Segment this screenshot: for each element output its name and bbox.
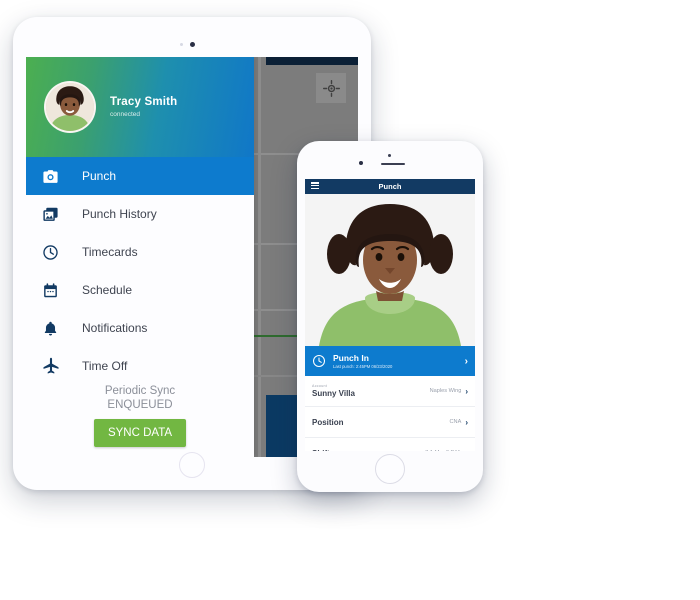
sidebar-item-punch-history[interactable]: Punch History bbox=[26, 195, 254, 233]
tablet-camera-dot bbox=[190, 42, 195, 47]
phone-screen: Punch Punch In Last punch: 2:45PM 06/23/… bbox=[305, 179, 475, 451]
avatar bbox=[44, 81, 96, 133]
row-title: Sunny Villa bbox=[312, 389, 355, 398]
phone-sensor-dot bbox=[388, 154, 391, 157]
row-texts: Account Sunny Villa bbox=[312, 384, 430, 398]
phone-home-button[interactable] bbox=[375, 454, 405, 484]
row-caption: Account bbox=[312, 384, 328, 388]
phone-device: Punch Punch In Last punch: 2:45PM 06/23/… bbox=[297, 141, 483, 492]
sidebar-item-label: Punch bbox=[82, 169, 117, 183]
hamburger-menu-icon[interactable] bbox=[311, 182, 319, 190]
tablet-sensor-dot bbox=[180, 43, 183, 46]
sidebar-item-label: Timecards bbox=[82, 245, 138, 259]
employee-selfie-photo bbox=[305, 194, 475, 346]
list-item[interactable]: Position CNA › bbox=[305, 407, 475, 438]
row-value: 7 A.M. - 3 P.M. bbox=[425, 450, 461, 451]
airplane-icon bbox=[42, 357, 70, 375]
map-top-bar bbox=[266, 57, 358, 65]
clock-icon bbox=[312, 354, 326, 368]
user-name: Tracy Smith bbox=[110, 96, 178, 108]
punch-card-title: Punch In bbox=[333, 352, 369, 363]
punch-in-card[interactable]: Punch In Last punch: 2:45PM 06/23/2020 › bbox=[305, 346, 475, 376]
sync-status: ENQUEUED bbox=[107, 399, 173, 411]
app-bar: Punch bbox=[305, 179, 475, 194]
sidebar-item-label: Punch History bbox=[82, 207, 157, 221]
phone-camera-dot bbox=[359, 161, 363, 165]
sync-data-button[interactable]: SYNC DATA bbox=[93, 419, 187, 447]
sidebar-item-label: Schedule bbox=[82, 283, 133, 297]
chevron-right-icon: › bbox=[465, 386, 468, 396]
employee-photo bbox=[305, 194, 475, 346]
sync-title: Periodic Sync bbox=[104, 385, 176, 397]
row-texts: Shift bbox=[312, 448, 425, 451]
sidebar-item-timecards[interactable]: Timecards bbox=[26, 233, 254, 271]
row-value: CNA bbox=[449, 419, 462, 425]
sidebar-item-notifications[interactable]: Notifications bbox=[26, 309, 254, 347]
sidebar-item-punch[interactable]: Punch bbox=[26, 157, 254, 195]
clock-icon bbox=[42, 244, 70, 261]
row-texts: Position bbox=[312, 417, 450, 427]
calendar-icon bbox=[42, 282, 70, 299]
chevron-right-icon: › bbox=[465, 449, 468, 452]
photo-library-icon bbox=[42, 206, 70, 223]
list-item[interactable]: Account Sunny Villa Naples Wing › bbox=[305, 376, 475, 407]
chevron-right-icon: › bbox=[465, 417, 468, 427]
drawer-user-text: Tracy Smith connected bbox=[110, 96, 177, 118]
my-location-icon bbox=[322, 79, 340, 97]
list-item[interactable]: Shift 7 A.M. - 3 P.M. › bbox=[305, 438, 475, 452]
sync-section: Periodic Sync ENQUEUED SYNC DATA bbox=[26, 385, 254, 457]
chevron-right-icon: › bbox=[464, 355, 468, 367]
drawer-header: Tracy Smith connected bbox=[26, 57, 254, 157]
camera-icon bbox=[42, 168, 70, 185]
sidebar-item-time-off[interactable]: Time Off bbox=[26, 347, 254, 385]
row-title: Position bbox=[312, 418, 344, 427]
sidebar-item-label: Time Off bbox=[82, 359, 128, 373]
row-title: Shift bbox=[312, 449, 425, 451]
sidebar-item-schedule[interactable]: Schedule bbox=[26, 271, 254, 309]
app-bar-title: Punch bbox=[378, 182, 402, 191]
user-status: connected bbox=[110, 111, 140, 118]
user-avatar-photo bbox=[46, 83, 94, 131]
bell-icon bbox=[42, 320, 70, 337]
punch-card-texts: Punch In Last punch: 2:45PM 06/23/2020 bbox=[333, 353, 465, 370]
row-value: Naples Wing bbox=[429, 388, 462, 394]
tablet-home-button[interactable] bbox=[179, 452, 205, 478]
sidebar-item-label: Notifications bbox=[82, 321, 148, 335]
punch-card-subtitle: Last punch: 2:45PM 06/23/2020 bbox=[333, 364, 393, 370]
my-location-button[interactable] bbox=[316, 73, 346, 103]
navigation-drawer: Tracy Smith connected Punch Punch Histor… bbox=[26, 57, 254, 457]
screenshot-root: Tamarack Dr Sara Hial N Mia marack Dr es… bbox=[0, 0, 700, 600]
phone-speaker-slot bbox=[381, 163, 405, 165]
